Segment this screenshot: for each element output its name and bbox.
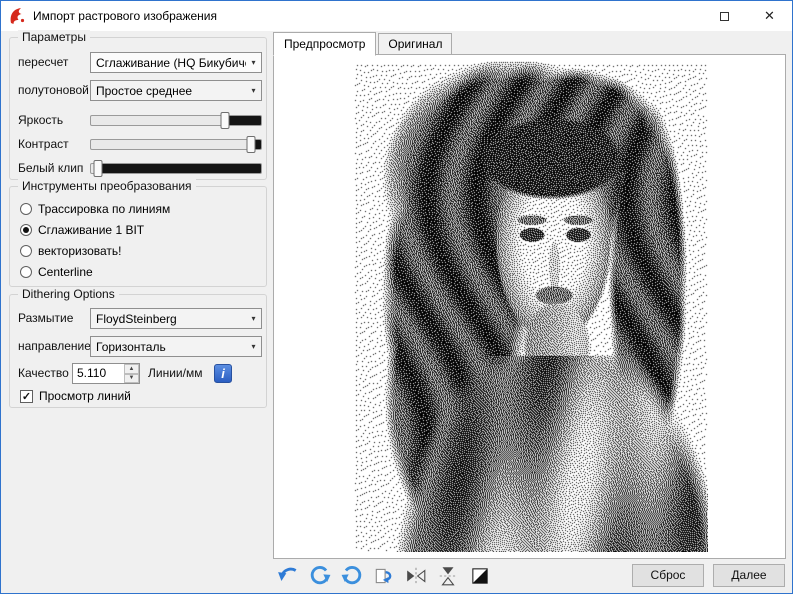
contrast-slider[interactable] <box>90 139 262 150</box>
rotate-cw-button[interactable] <box>340 564 364 588</box>
maximize-icon <box>720 12 729 21</box>
revert-button[interactable] <box>276 564 300 588</box>
grayscale-select[interactable]: Простое среднее ▾ <box>90 80 262 101</box>
brightness-slider[interactable] <box>90 115 262 126</box>
mirror-horizontal-icon <box>405 565 427 587</box>
window-title: Импорт растрового изображения <box>33 9 217 23</box>
quality-stepper[interactable]: 5.110 ▲ ▼ <box>72 363 140 384</box>
flip-button[interactable] <box>372 564 396 588</box>
resample-select[interactable]: Сглаживание (HQ Бикубичес ▾ <box>90 52 262 73</box>
preview-pane <box>273 54 786 559</box>
line-direction-select[interactable]: Горизонталь ▾ <box>90 336 262 357</box>
tab-original[interactable]: Оригинал <box>378 33 452 55</box>
chevron-down-icon: ▾ <box>246 86 261 95</box>
conversion-tools-group: Инструменты преобразования Трассировка п… <box>9 186 267 287</box>
white-clip-slider[interactable] <box>90 163 262 174</box>
radio-icon <box>20 266 32 278</box>
mirror-vertical-button[interactable] <box>436 564 460 588</box>
dialog-body: Параметры пересчет Сглаживание (HQ Бикуб… <box>1 31 792 593</box>
preview-tab-strip: Предпросмотр Оригинал <box>273 32 454 55</box>
flip-icon <box>373 565 395 587</box>
app-logo-icon <box>8 7 26 25</box>
direction-value: Горизонталь <box>91 340 246 354</box>
quality-input[interactable]: 5.110 <box>73 364 124 383</box>
revert-icon <box>277 565 299 587</box>
slider-thumb[interactable] <box>246 136 255 153</box>
grayscale-value: Простое среднее <box>91 84 246 98</box>
chevron-down-icon: ▾ <box>246 342 261 351</box>
parameters-group-title: Параметры <box>18 30 90 44</box>
next-button[interactable]: Далее <box>713 564 785 587</box>
rotate-cw-icon <box>341 565 363 587</box>
checkbox-checked-icon[interactable]: ✓ <box>20 390 33 403</box>
info-button[interactable]: i <box>214 364 232 383</box>
chevron-down-icon: ▾ <box>246 58 261 67</box>
dithering-options-title: Dithering Options <box>18 287 119 301</box>
rotate-ccw-button[interactable] <box>308 564 332 588</box>
radio-dithering-1bit[interactable]: Сглаживание 1 BIT <box>20 222 144 238</box>
rotate-ccw-icon <box>309 565 331 587</box>
dithering-options-group: Dithering Options Размытие FloydSteinber… <box>9 294 267 408</box>
preview-lines-label: Просмотр линий <box>39 389 131 403</box>
info-icon: i <box>221 366 225 381</box>
close-icon: ✕ <box>764 8 775 24</box>
radio-icon <box>20 203 32 215</box>
contrast-label: Контраст <box>18 134 69 155</box>
maximize-button[interactable] <box>702 1 747 31</box>
resample-value: Сглаживание (HQ Бикубичес <box>91 56 246 70</box>
halftone-label: полутоновой <box>18 80 89 101</box>
spin-down-button[interactable]: ▼ <box>124 374 139 384</box>
radio-label: векторизовать! <box>38 244 121 258</box>
slider-thumb[interactable] <box>93 160 102 177</box>
tab-preview[interactable]: Предпросмотр <box>273 32 376 56</box>
invert-colors-button[interactable] <box>468 564 492 588</box>
chevron-down-icon: ▾ <box>246 314 261 323</box>
brightness-label: Яркость <box>18 110 63 131</box>
radio-vectorize[interactable]: векторизовать! <box>20 243 121 259</box>
radio-line-tracing[interactable]: Трассировка по линиям <box>20 201 170 217</box>
import-raster-dialog: Импорт растрового изображения ✕ Параметр… <box>0 0 793 594</box>
quality-unit-label: Линии/мм <box>148 363 202 384</box>
preview-image <box>352 60 708 552</box>
radio-centerline[interactable]: Centerline <box>20 264 93 280</box>
mirror-vertical-icon <box>437 565 459 587</box>
conversion-tools-title: Инструменты преобразования <box>18 179 196 193</box>
image-transform-toolbar <box>276 564 492 588</box>
close-button[interactable]: ✕ <box>747 1 792 31</box>
dither-mode-value: FloydSteinberg <box>91 312 246 326</box>
invert-colors-icon <box>469 565 491 587</box>
titlebar: Импорт растрового изображения ✕ <box>1 1 792 31</box>
radio-icon <box>20 245 32 257</box>
parameters-group: Параметры пересчет Сглаживание (HQ Бикуб… <box>9 37 267 180</box>
radio-label: Centerline <box>38 265 93 279</box>
dither-mode-label: Размытие <box>18 308 73 329</box>
resample-label: пересчет <box>18 52 68 73</box>
reset-button[interactable]: Сброс <box>632 564 704 587</box>
radio-checked-icon <box>20 224 32 236</box>
preview-lines-option[interactable]: ✓ Просмотр линий <box>20 388 131 404</box>
quality-label: Качество <box>18 363 69 384</box>
slider-thumb[interactable] <box>221 112 230 129</box>
mirror-horizontal-button[interactable] <box>404 564 428 588</box>
radio-label: Трассировка по линиям <box>38 202 170 216</box>
dither-mode-select[interactable]: FloydSteinberg ▾ <box>90 308 262 329</box>
white-clip-label: Белый клип <box>18 158 83 179</box>
spin-up-button[interactable]: ▲ <box>124 364 139 374</box>
direction-label: направление <box>18 336 91 357</box>
radio-label: Сглаживание 1 BIT <box>38 223 144 237</box>
